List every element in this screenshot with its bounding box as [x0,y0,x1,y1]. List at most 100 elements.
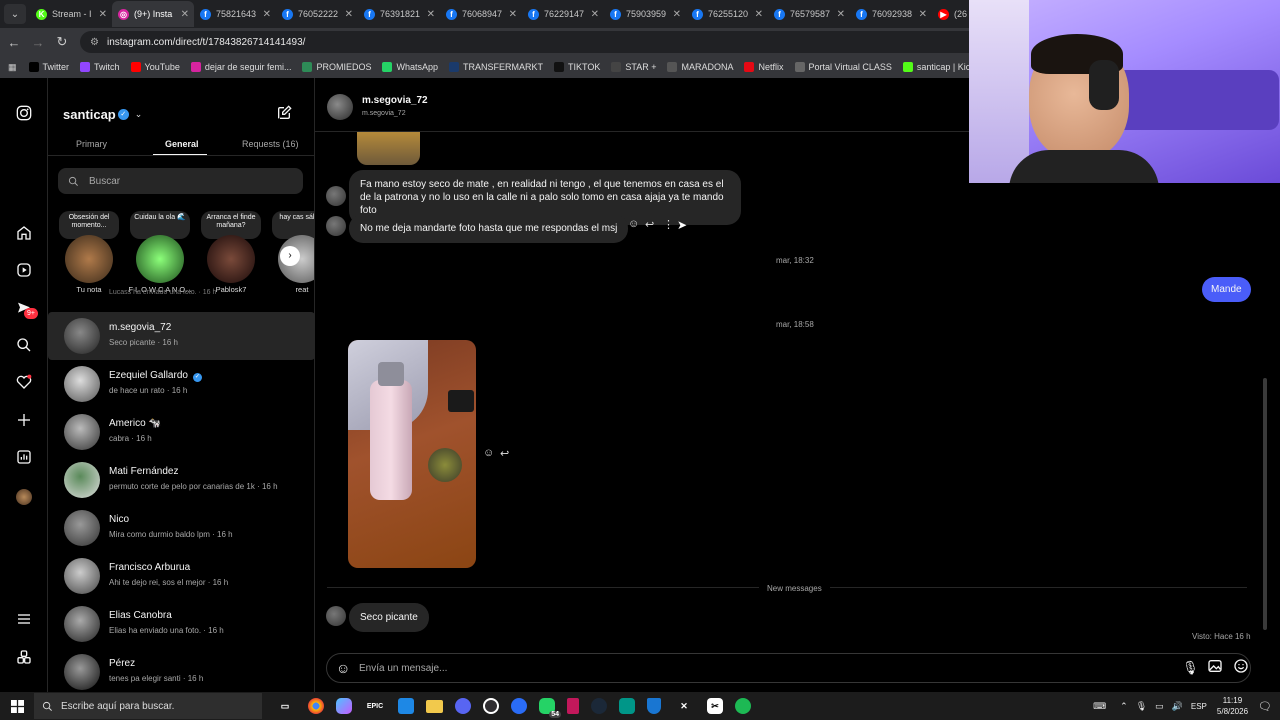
app-teal-icon[interactable] [619,698,635,714]
browser-tab[interactable]: f 76229147 ✕ [522,1,604,27]
new-message-icon[interactable] [276,105,292,126]
reels-icon[interactable] [14,262,34,282]
tab-close-icon[interactable]: ✕ [673,9,681,20]
bookmark-item[interactable]: santicap | Kick [902,62,975,72]
chat-scrollbar[interactable] [1263,378,1267,630]
tab-close-icon[interactable]: ✕ [427,9,435,20]
obs-icon[interactable] [483,698,499,714]
sticker-icon[interactable] [1233,658,1249,679]
bookmark-item[interactable]: PROMIEDOS [302,62,371,72]
browser-tab[interactable]: K Stream - I ✕ [30,1,112,27]
file-explorer-icon[interactable] [426,699,443,713]
browser-tab[interactable]: f 75903959 ✕ [604,1,686,27]
bookmark-item[interactable]: Netflix [744,62,784,72]
contact-avatar[interactable] [327,94,353,120]
language-indicator[interactable]: ESP [1191,702,1207,711]
conversation-item[interactable]: Mati Fernández permuto corte de pelo por … [48,456,314,504]
conversation-item[interactable]: m.segovia_72 Seco picante · 16 h [48,312,314,360]
more-menu-icon[interactable] [14,611,34,631]
browser-tab[interactable]: f 76255120 ✕ [686,1,768,27]
browser-tab[interactable]: f 75821643 ✕ [194,1,276,27]
conversation-item[interactable]: Pérez tenes pa elegir santi · 16 h [48,648,314,692]
reply-icon[interactable]: ↩ [500,447,509,460]
browser-tab[interactable]: f 76092938 ✕ [850,1,932,27]
tab-close-icon[interactable]: ✕ [755,9,763,20]
reply-icon[interactable]: ↩ [645,218,654,231]
message-bubble[interactable]: Seco picante [349,603,429,632]
mail-icon[interactable] [398,698,414,714]
address-bar[interactable]: ⚙ instagram.com/direct/t/178438267141414… [80,31,980,53]
more-options-icon[interactable]: ⋮ [663,218,674,231]
tray-chevron-up-icon[interactable]: ⌃ [1120,701,1128,712]
browser-tab[interactable]: f 76391821 ✕ [358,1,440,27]
tab-close-icon[interactable]: ✕ [181,9,189,20]
chrome-icon[interactable] [308,698,324,714]
conversation-item[interactable]: Nico Mira como durmio baldo lpm · 16 h [48,504,314,552]
bookmark-item[interactable]: WhatsApp [382,62,438,72]
profile-avatar[interactable] [14,487,34,507]
spotify-icon[interactable] [735,698,751,714]
bookmark-item[interactable]: STAR + [611,62,656,72]
microphone-icon[interactable]: 🎙 [1182,660,1199,676]
bookmark-item[interactable]: Twitter [28,62,69,72]
tab-close-icon[interactable]: ✕ [99,9,107,20]
clock[interactable]: 11:19 5/8/2026 [1217,695,1248,717]
volume-icon[interactable]: 🔊 [1172,701,1183,712]
app-ghost-icon[interactable]: ✕ [673,695,695,717]
note-item[interactable]: Arranca el finde mañana? Pablosk7 [198,211,264,299]
keyboard-icon[interactable]: ⌨ [1093,701,1106,712]
notifications-heart-icon[interactable] [14,374,34,394]
contact-name[interactable]: m.segovia_72 [362,95,428,106]
bookmark-item[interactable]: TIKTOK [554,62,600,72]
copilot-icon[interactable] [336,698,352,714]
shield-app-icon[interactable] [647,698,661,714]
messages-icon[interactable]: 9+ [14,300,38,320]
create-plus-icon[interactable] [14,412,34,432]
bookmark-item[interactable]: YouTube [130,62,180,72]
tab-search-button[interactable]: ⌄ [4,4,26,24]
steam-icon[interactable] [591,698,607,714]
browser-tab[interactable]: f 76579587 ✕ [768,1,850,27]
apps-icon[interactable]: ▦ [8,62,17,73]
reload-icon[interactable]: ↻ [52,34,72,50]
tab-close-icon[interactable]: ✕ [919,9,927,20]
tab-close-icon[interactable]: ✕ [591,9,599,20]
conversation-item[interactable]: Elias Canobra Elias ha enviado una foto. … [48,600,314,648]
notes-next-button[interactable]: › [280,246,300,266]
taskbar-search[interactable]: Escribe aquí para buscar. [34,693,262,719]
epic-games-icon[interactable]: EPIC [364,695,386,717]
react-emoji-icon[interactable]: ☺ [628,218,639,230]
message-composer[interactable]: ☺ Envía un mensaje... 🎙 [326,653,1251,683]
dashboard-icon[interactable] [14,449,34,469]
note-item[interactable]: Obsesión del momento... Tu nota [56,211,122,299]
browser-tab[interactable]: f 76068947 ✕ [440,1,522,27]
conversation-item[interactable]: Americo 🐄 cabra · 16 h [48,408,314,456]
capcut-icon[interactable]: ✂ [707,698,723,714]
network-icon[interactable]: ▭ [1155,701,1164,712]
back-icon[interactable]: ← [4,35,24,50]
bookmark-item[interactable]: MARADONA [667,62,733,72]
tab-close-icon[interactable]: ✕ [345,9,353,20]
note-item[interactable]: Cuidau la ola 🌊 F L O W C A N O... [127,211,193,299]
task-view-icon[interactable]: ▭ [274,695,296,717]
image-upload-icon[interactable] [1207,658,1223,679]
tab-general[interactable]: General [165,139,199,149]
search-icon[interactable] [14,337,34,357]
home-icon[interactable] [14,225,34,245]
bookmark-item[interactable]: TRANSFERMARKT [449,62,543,72]
app-purple-icon[interactable] [567,698,579,714]
bookmark-item[interactable]: Portal Virtual CLASS [794,62,892,72]
my-message-bubble[interactable]: Mande [1202,277,1251,302]
bookmark-item[interactable]: dejar de seguir femi... [190,62,291,72]
whatsapp-icon[interactable]: 54 [539,698,561,718]
notification-center-icon[interactable]: 🗨 [1258,700,1272,713]
instagram-logo-icon[interactable] [14,105,34,125]
also-from-meta-icon[interactable] [14,649,34,669]
bookmark-item[interactable]: Twitch [80,62,120,72]
windows-start-icon[interactable] [6,695,28,717]
previous-shared-image[interactable] [357,132,420,165]
account-switcher[interactable]: santicap ✓ ⌄ [63,107,142,122]
discord-icon[interactable] [455,698,471,714]
tab-primary[interactable]: Primary [76,139,107,149]
conversation-item[interactable]: Francisco Arburua Ahi te dejo rei, sos el… [48,552,314,600]
